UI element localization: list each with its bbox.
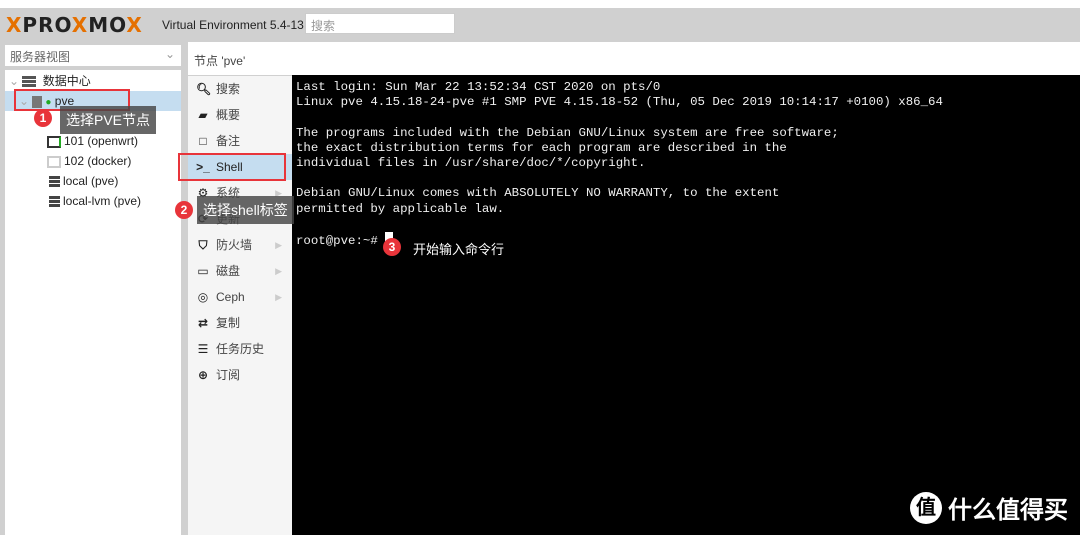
highlight-shell — [178, 153, 286, 181]
vm-running-icon — [47, 135, 61, 148]
menu-label: 复制 — [216, 316, 241, 330]
tree-item-101[interactable]: 101 (openwrt) — [5, 131, 181, 151]
view-selector-value: 服务器视图 — [10, 50, 71, 64]
terminal-line: Debian GNU/Linux comes with ABSOLUTELY N… — [296, 186, 780, 201]
datacenter-icon — [22, 75, 37, 88]
menu-label: 搜索 — [216, 82, 241, 96]
tooltip-step2: 选择shell标签 — [197, 196, 294, 224]
tree-item-102[interactable]: 102 (docker) — [5, 151, 181, 171]
menu-label: 任务历史 — [216, 342, 265, 356]
menu-label: 备注 — [216, 134, 241, 148]
watermark-logo-icon: 值 — [910, 491, 942, 524]
menu-item-1[interactable]: ▰ 概要 — [188, 102, 292, 128]
menu-item-10[interactable]: ☰ 任务历史 — [188, 336, 292, 362]
panel-title: 节点 'pve' — [188, 42, 1080, 75]
retweet-icon: ⇄ — [197, 316, 209, 330]
submenu-arrow-icon: ▶ — [275, 292, 282, 302]
tooltip-step1: 选择PVE节点 — [60, 106, 157, 134]
book-icon: ▰ — [198, 108, 208, 122]
proxmox-logo[interactable]: XPROXMOX — [6, 13, 143, 37]
tree-label: 102 (docker) — [64, 154, 132, 168]
submenu-arrow-icon: ▶ — [275, 266, 282, 276]
tree-item-local[interactable]: local (pve) — [5, 171, 181, 191]
menu-label: Ceph — [216, 290, 245, 304]
ceph-icon: ◎ — [197, 290, 209, 304]
terminal-line: individual files in /usr/share/doc/*/cop… — [296, 156, 646, 171]
submenu-arrow-icon: ▶ — [275, 240, 282, 250]
menu-item-11[interactable]: ⊕ 订阅 — [188, 362, 292, 388]
note-step3: 开始输入命令行 — [413, 242, 505, 257]
hdd-icon: ▭ — [197, 264, 209, 278]
tree-item-local-lvm[interactable]: local-lvm (pve) — [5, 191, 181, 211]
step-badge-2: 2 — [175, 201, 193, 219]
terminal-line: Linux pve 4.15.18-24-pve #1 SMP PVE 4.15… — [296, 95, 943, 110]
step-badge-3: 3 — [383, 238, 401, 256]
tree-label: 101 (openwrt) — [64, 134, 139, 148]
menu-label: 概要 — [216, 108, 241, 122]
terminal-line: Last login: Sun Mar 22 13:52:34 CST 2020… — [296, 80, 661, 94]
search-input[interactable]: 搜索 — [305, 13, 455, 34]
tree-label: local-lvm (pve) — [63, 194, 142, 208]
step-badge-1: 1 — [34, 109, 52, 127]
vm-stopped-icon — [47, 155, 61, 168]
terminal-line: permitted by applicable law. — [296, 201, 505, 216]
support-icon: ⊕ — [197, 368, 209, 382]
tree-label: local (pve) — [63, 174, 119, 188]
menu-label: 防火墙 — [216, 238, 253, 252]
menu-item-6[interactable]: ⛉ 防火墙 ▶ — [188, 232, 292, 258]
terminal-output: Last login: Sun Mar 22 13:52:34 CST 2020… — [296, 80, 943, 216]
chevron-down-icon: ⌄ — [164, 47, 175, 61]
menu-item-0[interactable]: 🔍︎ 搜索 — [188, 76, 292, 102]
terminal-prompt: root@pve:~# — [296, 234, 386, 249]
menu-label: 磁盘 — [216, 264, 241, 278]
menu-item-2[interactable]: □ 备注 — [188, 128, 292, 154]
tree-item-datacenter[interactable]: ⌄ 数据中心 — [5, 71, 181, 91]
shield-icon: ⛉ — [198, 238, 208, 252]
resource-tree: ⌄ 数据中心 ⌄ ● pve 101 (openwrt) 102 (docker… — [5, 70, 181, 535]
terminal-line: the exact distribution terms for each pr… — [296, 140, 787, 155]
storage-icon — [49, 175, 60, 188]
header: XPROXMOX Virtual Environment 5.4-13 搜索 — [0, 8, 1080, 42]
note-icon: □ — [199, 134, 207, 148]
search-icon: 🔍︎ — [196, 82, 212, 96]
storage-icon — [49, 195, 60, 208]
list-icon: ☰ — [197, 342, 209, 356]
menu-item-8[interactable]: ◎ Ceph ▶ — [188, 284, 292, 310]
node-menu: 🔍︎搜索▰概要□备注>_Shell⚙系统▶⟳更新⛉防火墙▶▭磁盘▶◎Ceph▶⇄… — [188, 76, 292, 535]
watermark: 值什么值得买 — [910, 490, 1068, 525]
top-strip — [0, 0, 1080, 8]
menu-item-7[interactable]: ▭ 磁盘 ▶ — [188, 258, 292, 284]
terminal[interactable]: Last login: Sun Mar 22 13:52:34 CST 2020… — [292, 75, 1080, 535]
version-label: Virtual Environment 5.4-13 — [162, 18, 304, 32]
watermark-text: 什么值得买 — [948, 497, 1068, 524]
tree-label: 数据中心 — [42, 74, 91, 88]
view-selector[interactable]: 服务器视图 ⌄ — [5, 45, 181, 66]
menu-label: 订阅 — [216, 368, 241, 382]
menu-item-9[interactable]: ⇄ 复制 — [188, 310, 292, 336]
terminal-line: The programs included with the Debian GN… — [296, 125, 839, 140]
